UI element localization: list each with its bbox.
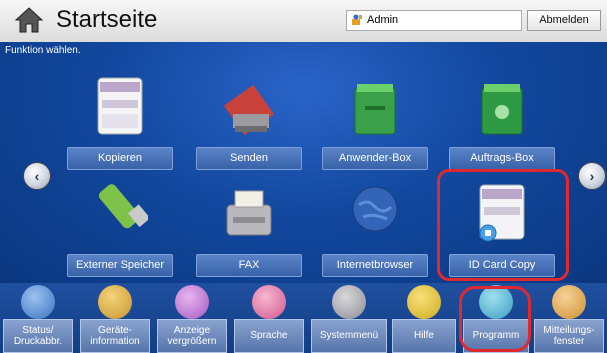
globe-icon bbox=[352, 186, 398, 232]
page-title: Startseite bbox=[56, 6, 158, 33]
chevron-left-icon: ‹ bbox=[34, 168, 40, 184]
job-box-icon bbox=[481, 84, 523, 135]
tile-kopieren[interactable]: Kopieren bbox=[67, 70, 173, 170]
tile-label: Senden bbox=[196, 147, 302, 170]
tile-label: Kopieren bbox=[67, 147, 173, 170]
tile-label: Externer Speicher bbox=[67, 254, 173, 277]
user-name: Admin bbox=[367, 14, 399, 26]
system-menu-button[interactable]: Systemmenü bbox=[311, 283, 387, 353]
device-info-label: Geräte- information bbox=[80, 319, 150, 353]
magnify-icon bbox=[175, 285, 209, 319]
tile-fax[interactable]: FAX bbox=[196, 177, 302, 277]
tile-internetbrowser[interactable]: Internetbrowser bbox=[322, 177, 428, 277]
help-button[interactable]: Hilfe bbox=[392, 283, 456, 353]
status-label: Status/ Druckabbr. bbox=[3, 319, 73, 353]
tile-label: Anwender-Box bbox=[322, 147, 428, 170]
system-menu-icon bbox=[332, 285, 366, 319]
magnify-label: Anzeige vergrößern bbox=[157, 319, 227, 353]
tile-externer-speicher[interactable]: Externer Speicher bbox=[67, 177, 173, 277]
help-icon bbox=[407, 285, 441, 319]
tile-label: FAX bbox=[196, 254, 302, 277]
status-icon bbox=[21, 285, 55, 319]
device-info-button[interactable]: Geräte- information bbox=[80, 283, 150, 353]
language-button[interactable]: Sprache bbox=[234, 283, 304, 353]
message-window-button[interactable]: Mitteilungs- fenster bbox=[534, 283, 604, 353]
scroll-left-button[interactable]: ‹ bbox=[23, 162, 51, 190]
tile-label: Internetbrowser bbox=[322, 254, 428, 277]
user-display: Admin bbox=[346, 10, 522, 31]
system-menu-label: Systemmenü bbox=[311, 319, 387, 353]
home-icon[interactable] bbox=[14, 6, 44, 34]
message-window-icon bbox=[552, 285, 586, 319]
logout-button[interactable]: Abmelden bbox=[527, 10, 601, 31]
copier-icon bbox=[97, 77, 143, 135]
tile-senden[interactable]: Senden bbox=[196, 70, 302, 170]
user-box-icon bbox=[354, 84, 396, 135]
tile-auftrags-box[interactable]: Auftrags-Box bbox=[449, 70, 555, 170]
usb-memory-icon bbox=[98, 184, 148, 229]
tile-label: Auftrags-Box bbox=[449, 147, 555, 170]
magnify-button[interactable]: Anzeige vergrößern bbox=[157, 283, 227, 353]
send-icon bbox=[223, 84, 275, 136]
highlight-id-card-copy bbox=[437, 169, 569, 281]
tile-anwender-box[interactable]: Anwender-Box bbox=[322, 70, 428, 170]
header-bar: Startseite Admin Abmelden bbox=[0, 0, 607, 43]
language-icon bbox=[252, 285, 286, 319]
scroll-right-button[interactable]: › bbox=[578, 162, 606, 190]
help-label: Hilfe bbox=[392, 319, 456, 353]
device-info-icon bbox=[98, 285, 132, 319]
instruction-text: Funktion wählen. bbox=[5, 45, 81, 56]
language-label: Sprache bbox=[234, 319, 304, 353]
fax-icon bbox=[226, 190, 272, 236]
function-panel: Funktion wählen. ‹ › Kopieren Senden Anw… bbox=[0, 42, 607, 283]
bottom-toolbar: Status/ Druckabbr. Geräte- information A… bbox=[0, 283, 607, 353]
status-button[interactable]: Status/ Druckabbr. bbox=[3, 283, 73, 353]
user-icon bbox=[352, 14, 362, 25]
chevron-right-icon: › bbox=[589, 168, 595, 184]
message-window-label: Mitteilungs- fenster bbox=[534, 319, 604, 353]
highlight-program bbox=[459, 286, 531, 352]
